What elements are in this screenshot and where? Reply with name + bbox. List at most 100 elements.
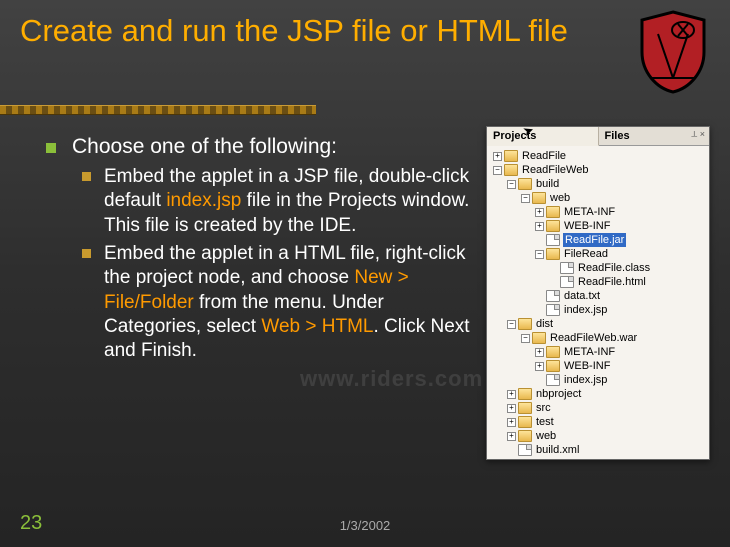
folder-icon [546, 206, 560, 218]
tree-node[interactable]: + nbproject [489, 387, 707, 401]
pin-icon[interactable]: ⟂ × [691, 129, 705, 140]
text: Embed the applet in a HTML file, right-c… [104, 243, 466, 288]
node-label: ReadFile [521, 149, 566, 163]
tree-node[interactable]: + META-INF [489, 205, 707, 219]
folder-icon [504, 164, 518, 176]
expand-icon[interactable]: + [507, 418, 516, 427]
node-label: ReadFile.html [577, 275, 646, 289]
folder-icon [518, 402, 532, 414]
expand-icon[interactable]: + [507, 390, 516, 399]
toggle-blank [535, 292, 544, 301]
folder-icon [504, 150, 518, 162]
folder-icon [546, 248, 560, 260]
tree-node[interactable]: ReadFile.html [489, 275, 707, 289]
node-label: WEB-INF [563, 359, 610, 373]
node-label: WEB-INF [563, 219, 610, 233]
bullet-level2: Embed the applet in a HTML file, right-c… [40, 242, 470, 364]
bullet-square-icon [82, 249, 91, 258]
expand-icon[interactable]: + [535, 362, 544, 371]
tree-node[interactable]: + web [489, 429, 707, 443]
tree-node[interactable]: + ReadFile [489, 149, 707, 163]
toggle-blank [535, 376, 544, 385]
folder-icon [546, 220, 560, 232]
node-label: ReadFileWeb [521, 163, 588, 177]
tree-node[interactable]: −build [489, 177, 707, 191]
node-label: web [549, 191, 570, 205]
folder-icon [546, 346, 560, 358]
watermark: www.riders.com [300, 366, 483, 392]
folder-icon [518, 416, 532, 428]
tree-node[interactable]: ReadFile.jar [489, 233, 707, 247]
accent-text: Web > HTML [261, 316, 373, 337]
tree-node[interactable]: index.jsp [489, 303, 707, 317]
node-label: test [535, 415, 554, 429]
file-icon [546, 374, 560, 386]
node-label: nbproject [535, 387, 581, 401]
tree-node[interactable]: − web [489, 191, 707, 205]
toggle-blank [535, 236, 544, 245]
tree-node[interactable]: + test [489, 415, 707, 429]
collapse-icon[interactable]: − [535, 250, 544, 259]
expand-icon[interactable]: + [535, 348, 544, 357]
toggle-blank [535, 306, 544, 315]
node-label: data.txt [563, 289, 600, 303]
tree-node[interactable]: data.txt [489, 289, 707, 303]
folder-icon [546, 360, 560, 372]
node-label: ReadFile.class [577, 261, 650, 275]
tree-node[interactable]: − ReadFileWeb [489, 163, 707, 177]
expand-icon[interactable]: + [507, 404, 516, 413]
node-label: META-INF [563, 345, 615, 359]
tree-node[interactable]: − FileRead [489, 247, 707, 261]
node-label: web [535, 429, 556, 443]
tree-node[interactable]: +src [489, 401, 707, 415]
folder-icon [518, 430, 532, 442]
node-label: dist [535, 317, 553, 331]
shield-logo-icon [638, 10, 708, 94]
tree-node[interactable]: − dist [489, 317, 707, 331]
tree-node[interactable]: index.jsp [489, 373, 707, 387]
slide-title: Create and run the JSP file or HTML file [20, 12, 580, 49]
folder-icon [532, 332, 546, 344]
file-icon [560, 276, 574, 288]
expand-icon[interactable]: + [507, 432, 516, 441]
toggle-blank [507, 446, 516, 455]
node-label: ReadFileWeb.war [549, 331, 637, 345]
folder-icon [518, 388, 532, 400]
tree-node[interactable]: + WEB-INF [489, 359, 707, 373]
collapse-icon[interactable]: − [521, 334, 530, 343]
tree-node[interactable]: + META-INF [489, 345, 707, 359]
node-label: build.xml [535, 443, 579, 457]
panel-tabs: Projects Files [487, 127, 709, 146]
slide-date: 1/3/2002 [0, 518, 730, 533]
collapse-icon[interactable]: − [493, 166, 502, 175]
node-label: FileRead [563, 247, 608, 261]
file-icon [546, 234, 560, 246]
slide: Create and run the JSP file or HTML file… [0, 0, 730, 547]
tree-node[interactable]: ReadFile.class [489, 261, 707, 275]
file-icon [546, 290, 560, 302]
tree-node[interactable]: − ReadFileWeb.war [489, 331, 707, 345]
tab-projects[interactable]: Projects [487, 127, 599, 146]
toggle-blank [549, 264, 558, 273]
projects-panel: ➤ Projects Files ⟂ × +ReadFile−ReadFileW… [486, 126, 710, 460]
expand-icon[interactable]: + [535, 222, 544, 231]
folder-icon [518, 318, 532, 330]
expand-icon[interactable]: + [535, 208, 544, 217]
bullet-square-icon [46, 143, 56, 153]
collapse-icon[interactable]: − [507, 180, 516, 189]
collapse-icon[interactable]: − [507, 320, 516, 329]
accent-text: index.jsp [166, 190, 241, 211]
body-text: Choose one of the following: Embed the a… [40, 135, 470, 364]
folder-icon [532, 192, 546, 204]
tree-node[interactable]: build.xml [489, 443, 707, 457]
node-label: index.jsp [563, 303, 607, 317]
expand-icon[interactable]: + [493, 152, 502, 161]
collapse-icon[interactable]: − [521, 194, 530, 203]
bullet-level2: Embed the applet in a JSP file, double-c… [40, 165, 470, 238]
decor-bar [0, 105, 316, 115]
tree-node[interactable]: + WEB-INF [489, 219, 707, 233]
node-label: META-INF [563, 205, 615, 219]
toggle-blank [549, 278, 558, 287]
folder-icon [518, 178, 532, 190]
lead-text: Choose one of the following: [72, 135, 337, 158]
